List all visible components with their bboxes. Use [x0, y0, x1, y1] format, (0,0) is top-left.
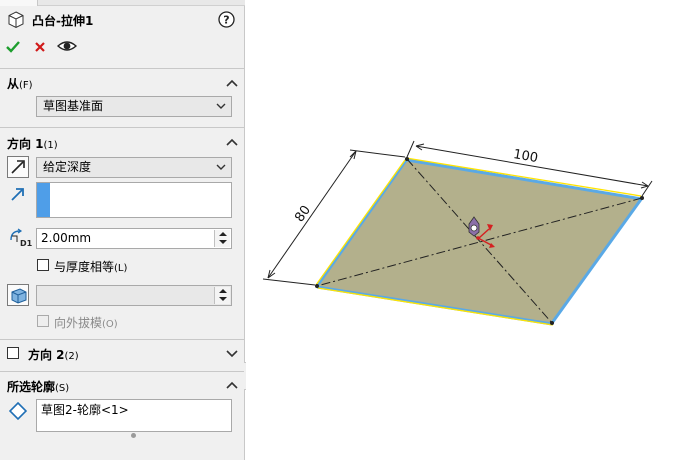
manager-tab-strip	[0, 0, 245, 6]
from-select-value: 草图基准面	[43, 99, 104, 113]
direction-reference-selection-box[interactable]	[36, 182, 232, 218]
reverse-direction-button[interactable]	[7, 156, 29, 178]
draft-outward-label: 向外拔模(O)	[54, 316, 118, 330]
chevron-up-icon[interactable]	[225, 380, 239, 390]
selected-contours-section-title[interactable]: 所选轮廓(S)	[7, 378, 69, 395]
chevron-down-icon	[216, 103, 226, 109]
property-manager-panel: 凸台-拉伸1 ? 从(F) 草图基准面 方向 1(1) 给定深度 D1 2.00…	[0, 0, 245, 460]
chevron-up-icon[interactable]	[225, 137, 239, 147]
end-condition-value: 给定深度	[43, 160, 92, 174]
resize-grip[interactable]	[131, 433, 136, 438]
divider	[0, 371, 245, 372]
chevron-up-icon[interactable]	[225, 78, 239, 88]
end-condition-select[interactable]: 给定深度	[36, 157, 232, 178]
contour-list-item[interactable]: 草图2-轮廓<1>	[41, 401, 129, 418]
question-circle-icon[interactable]: ?	[218, 11, 235, 28]
depth-value: 2.00mm	[41, 231, 92, 245]
eye-icon[interactable]	[57, 39, 77, 53]
dimension-width-label[interactable]: 80	[292, 203, 314, 225]
depth-input[interactable]: 2.00mm	[36, 228, 232, 249]
direction2-section-title[interactable]: 方向 2(2)	[28, 346, 79, 363]
check-icon[interactable]	[6, 40, 20, 53]
contour-icon	[9, 402, 27, 420]
direction1-section-title[interactable]: 方向 1(1)	[7, 135, 58, 152]
direction2-checkbox[interactable]	[7, 347, 19, 359]
contours-selection-list[interactable]: 草图2-轮廓<1>	[36, 399, 232, 432]
divider	[0, 68, 245, 69]
draft-angle-spinner[interactable]	[214, 287, 230, 304]
draft-icon	[11, 288, 27, 304]
reverse-direction-icon	[11, 160, 25, 174]
divider	[0, 127, 245, 128]
from-select[interactable]: 草图基准面	[36, 96, 232, 117]
extrude-feature-icon	[8, 11, 24, 29]
from-section-title[interactable]: 从(F)	[7, 75, 33, 92]
graphics-area[interactable]: 100 80	[246, 0, 691, 460]
equal-thickness-label[interactable]: 与厚度相等(L)	[54, 258, 127, 275]
draft-outward-checkbox[interactable]	[37, 315, 49, 327]
manager-tab[interactable]	[0, 0, 38, 6]
draft-toggle-button[interactable]	[7, 284, 29, 306]
close-icon[interactable]	[34, 41, 46, 53]
depth-spinner[interactable]	[214, 230, 230, 247]
equal-thickness-checkbox[interactable]	[37, 259, 49, 271]
direction-vector-icon	[11, 188, 24, 201]
model-viewport[interactable]: 100 80	[246, 0, 691, 460]
svg-text:D1: D1	[20, 239, 32, 248]
feature-title: 凸台-拉伸1	[32, 14, 94, 28]
divider	[0, 339, 245, 340]
svg-text:?: ?	[223, 14, 229, 27]
selection-focus-bar	[37, 183, 50, 217]
depth-dimension-icon: D1	[10, 228, 32, 248]
chevron-down-icon	[216, 164, 226, 170]
chevron-down-icon[interactable]	[225, 348, 239, 358]
draft-angle-input[interactable]	[36, 285, 232, 306]
